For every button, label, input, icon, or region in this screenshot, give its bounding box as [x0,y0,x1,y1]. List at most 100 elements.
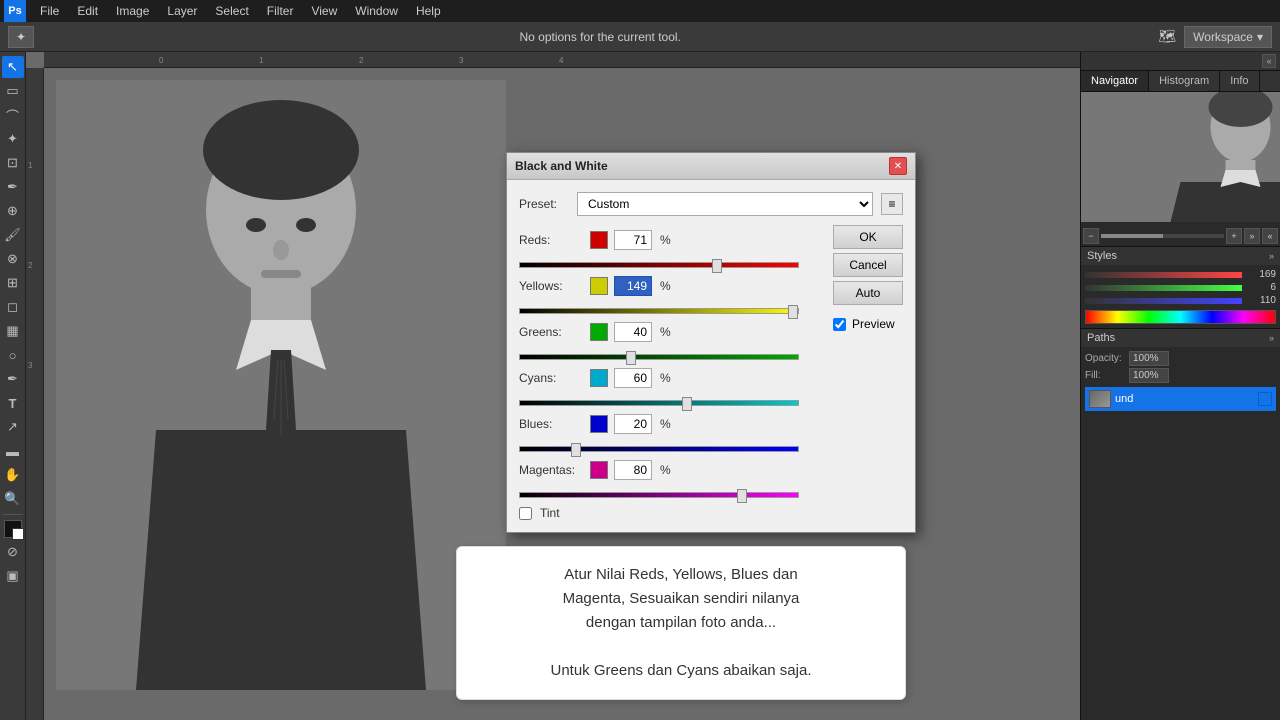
color-gradient-3 [1085,298,1242,304]
menu-help[interactable]: Help [408,2,449,20]
greens-label: Greens: [519,325,584,339]
workspace-selector[interactable]: Workspace ▾ [1184,26,1272,48]
blues-label: Blues: [519,417,584,431]
layer-visibility-icon[interactable] [1258,392,1272,406]
ok-button[interactable]: OK [833,225,903,249]
tab-info[interactable]: Info [1220,71,1259,91]
cyans-label: Cyans: [519,371,584,385]
menu-filter[interactable]: Filter [259,2,302,20]
eyedropper-tool[interactable]: ✒ [2,176,24,198]
quick-mask-tool[interactable]: ⊘ [2,541,24,563]
magentas-input[interactable] [614,460,652,480]
auto-button[interactable]: Auto [833,281,903,305]
styles-tab-label[interactable]: Styles [1087,250,1117,262]
marquee-tool[interactable]: ▭ [2,80,24,102]
move-tool[interactable]: ↖ [2,56,24,78]
zoom-tool[interactable]: 🔍 [2,488,24,510]
heal-tool[interactable]: ⊕ [2,200,24,222]
reds-pct: % [660,233,671,247]
menu-layer[interactable]: Layer [159,2,205,20]
menu-file[interactable]: File [32,2,67,20]
svg-text:0: 0 [159,56,164,65]
tab-histogram[interactable]: Histogram [1149,71,1220,91]
history-tool[interactable]: ⊞ [2,272,24,294]
reds-thumb[interactable] [712,259,722,273]
cyans-track[interactable] [519,400,799,406]
nav-expand[interactable]: » [1244,228,1260,244]
clone-tool[interactable]: ⊗ [2,248,24,270]
blues-row: Blues: % [519,414,799,434]
navigator-icon-btn[interactable]: 🗺 [1158,28,1176,45]
magentas-track[interactable] [519,492,799,498]
dialog-titlebar[interactable]: Black and White ✕ [507,153,915,180]
tint-label: Tint [540,506,560,520]
nav-collapse[interactable]: « [1262,228,1278,244]
svg-text:1: 1 [28,161,33,170]
blues-track[interactable] [519,446,799,452]
blues-input[interactable] [614,414,652,434]
yellows-track-container [519,304,799,318]
opacity-input[interactable] [1129,351,1169,366]
path-tool[interactable]: ↗ [2,416,24,438]
paths-expand[interactable]: » [1269,332,1274,344]
reds-track[interactable] [519,262,799,268]
blues-thumb[interactable] [571,443,581,457]
hand-tool[interactable]: ✋ [2,464,24,486]
eraser-tool[interactable]: ◻ [2,296,24,318]
crop-tool[interactable]: ⊡ [2,152,24,174]
preview-checkbox[interactable] [833,318,846,331]
color-row-2: 6 [1085,282,1276,293]
instruction-text: Atur Nilai Reds, Yellows, Blues dan Mage… [477,563,885,683]
cyans-input[interactable] [614,368,652,388]
menu-edit[interactable]: Edit [69,2,106,20]
svg-text:4: 4 [559,56,564,65]
reds-input[interactable] [614,230,652,250]
paths-tab-label[interactable]: Paths [1087,332,1115,344]
tint-checkbox[interactable] [519,507,532,520]
cyans-thumb[interactable] [682,397,692,411]
yellows-track[interactable] [519,308,799,314]
dialog-title: Black and White [515,159,608,173]
nav-controls: − + » « [1081,226,1280,246]
tab-navigator[interactable]: Navigator [1081,71,1149,91]
greens-track[interactable] [519,354,799,360]
dodge-tool[interactable]: ○ [2,344,24,366]
foreground-color[interactable] [4,520,22,538]
layer-thumbnail [1089,390,1111,408]
tool-options-icon[interactable]: ✦ [8,26,34,48]
pen-tool[interactable]: ✒ [2,368,24,390]
nav-zoom-in[interactable]: + [1226,228,1242,244]
background-color[interactable] [12,528,24,540]
panel-collapse-btn[interactable]: « [1262,54,1276,68]
nav-zoom-slider[interactable] [1101,234,1224,238]
preset-select[interactable]: Custom Default [577,192,873,216]
menu-bar: Ps File Edit Image Layer Select Filter V… [0,0,1280,22]
menu-select[interactable]: Select [207,2,256,20]
fill-input[interactable] [1129,368,1169,383]
magentas-thumb[interactable] [737,489,747,503]
yellows-thumb[interactable] [788,305,798,319]
menu-image[interactable]: Image [108,2,157,20]
type-tool[interactable]: T [2,392,24,414]
color-value-2: 6 [1246,282,1276,293]
styles-expand[interactable]: » [1269,250,1274,262]
gradient-tool[interactable]: ▦ [2,320,24,342]
greens-input[interactable] [614,322,652,342]
cancel-button[interactable]: Cancel [833,253,903,277]
preset-menu-button[interactable]: ≡ [881,193,903,215]
color-spectrum[interactable] [1085,310,1276,324]
yellows-input[interactable] [614,276,652,296]
workspace-label: Workspace [1193,30,1253,44]
layer-item[interactable]: und [1085,387,1276,411]
menu-view[interactable]: View [303,2,345,20]
nav-zoom-out[interactable]: − [1083,228,1099,244]
menu-window[interactable]: Window [347,2,406,20]
greens-thumb[interactable] [626,351,636,365]
screen-mode-tool[interactable]: ▣ [2,565,24,587]
quick-select-tool[interactable]: ✦ [2,128,24,150]
dialog-close-button[interactable]: ✕ [889,157,907,175]
shape-tool[interactable]: ▬ [2,440,24,462]
brush-tool[interactable]: 🖌 [2,224,24,246]
instruction-line2: Magenta, Sesuaikan sendiri nilanya [563,590,800,607]
lasso-tool[interactable]: ⌒ [2,104,24,126]
